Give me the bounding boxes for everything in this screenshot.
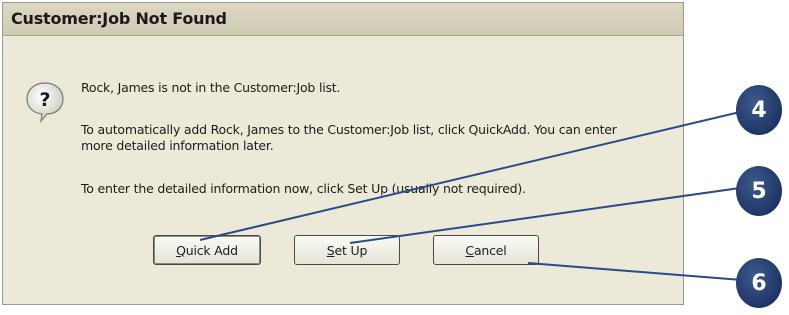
callout-line-6 bbox=[527, 262, 743, 281]
callout-line-4 bbox=[199, 111, 741, 241]
callout-badge-5: 5 bbox=[736, 166, 782, 216]
callout-badge-6: 6 bbox=[736, 258, 782, 308]
callout-badge-4: 4 bbox=[736, 85, 782, 135]
callout-line-5 bbox=[349, 187, 741, 244]
callout-lines bbox=[199, 111, 743, 281]
